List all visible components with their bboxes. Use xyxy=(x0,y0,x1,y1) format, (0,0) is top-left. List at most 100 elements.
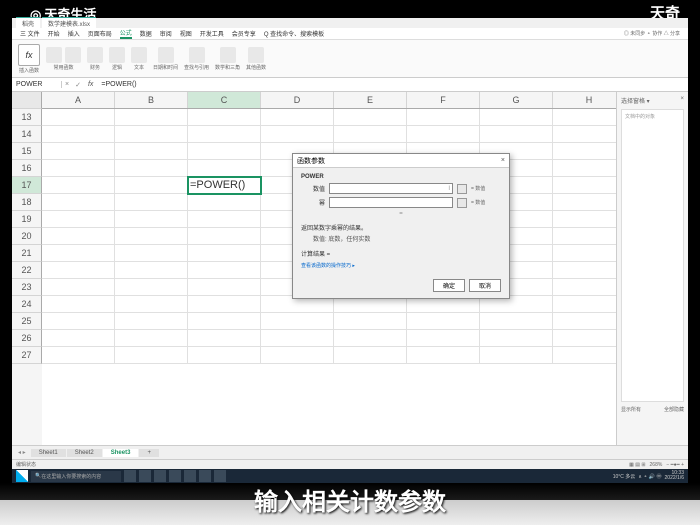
tab-search[interactable]: Q 查找命令、搜索模板 xyxy=(264,29,324,38)
row-headers: 13 14 15 16 17 18 19 20 21 22 23 24 25 2… xyxy=(12,92,42,445)
row-header[interactable]: 13 xyxy=(12,109,42,126)
tab-data[interactable]: 数据 xyxy=(140,29,152,38)
row-header[interactable]: 22 xyxy=(12,262,42,279)
taskbar-icon[interactable] xyxy=(184,470,196,482)
accept-icon[interactable]: ✓ xyxy=(72,81,84,89)
param-eq: = 数值 xyxy=(471,199,501,206)
row-header[interactable]: 15 xyxy=(12,143,42,160)
pane-body-title: 文档中的对象 xyxy=(625,113,680,120)
tab-dev[interactable]: 开发工具 xyxy=(200,29,224,38)
formula-bar: POWER × ✓ fx =POWER() xyxy=(12,78,688,92)
zoom-slider[interactable]: − ━●━ + xyxy=(666,462,684,468)
taskbar-search[interactable]: 🔍 在这里输入你要搜索的内容 xyxy=(31,471,121,482)
ribbon-icon[interactable] xyxy=(158,47,174,63)
col-header[interactable]: B xyxy=(115,92,188,108)
param-label: 数值 xyxy=(301,184,325,193)
col-header-active[interactable]: C xyxy=(188,92,261,108)
row-header-active[interactable]: 17 xyxy=(12,177,42,194)
row-header[interactable]: 23 xyxy=(12,279,42,296)
ribbon-icon[interactable] xyxy=(87,47,103,63)
weather[interactable]: 10°C 多云 xyxy=(613,473,636,480)
name-box[interactable]: POWER xyxy=(12,81,62,88)
taskbar-icon[interactable] xyxy=(199,470,211,482)
row-header[interactable]: 21 xyxy=(12,245,42,262)
range-picker-icon[interactable] xyxy=(457,198,467,208)
function-args-dialog: 函数参数 × POWER 数值 I = 数值 幂 = 数值 = 返回某 xyxy=(292,153,510,299)
cancel-icon[interactable]: × xyxy=(62,81,72,88)
param-input-number[interactable]: I xyxy=(329,183,453,194)
tab-review[interactable]: 审阅 xyxy=(160,29,172,38)
tab-insert[interactable]: 插入 xyxy=(68,29,80,38)
ribbon-icon[interactable] xyxy=(248,47,264,63)
dialog-close-icon[interactable]: × xyxy=(501,157,505,164)
show-all-label[interactable]: 显示所有 xyxy=(621,406,641,413)
sheet-tab[interactable]: Sheet2 xyxy=(67,449,102,457)
cancel-button[interactable]: 取消 xyxy=(469,279,501,292)
taskbar-icon[interactable] xyxy=(124,470,136,482)
ribbon-icon[interactable] xyxy=(131,47,147,63)
ok-button[interactable]: 确定 xyxy=(433,279,465,292)
ribbon-icon[interactable] xyxy=(220,47,236,63)
zoom-level[interactable]: 268% xyxy=(650,462,663,468)
ribbon-icon[interactable] xyxy=(109,47,125,63)
clock-date[interactable]: 2022/1/6 xyxy=(665,476,684,481)
ribbon-label: 常用函数 xyxy=(53,64,73,71)
formula-input[interactable]: =POWER() xyxy=(97,81,688,88)
ribbon-tabs: 三 文件 开始 插入 页面布局 公式 数据 审阅 视图 开发工具 会员专享 Q … xyxy=(12,28,688,40)
row-header[interactable]: 19 xyxy=(12,211,42,228)
hide-all-label[interactable]: 全部隐藏 xyxy=(664,406,684,413)
selection-pane: 选择窗格 ▾ × 文档中的对象 显示所有 全部隐藏 xyxy=(616,92,688,445)
view-icons[interactable]: ▦ ▤ ⊞ xyxy=(629,462,645,468)
tab-formula[interactable]: 公式 xyxy=(120,28,132,39)
tab-file[interactable]: 三 文件 xyxy=(20,29,40,38)
add-sheet-button[interactable]: + xyxy=(139,449,159,457)
ribbon-label: 查找与引用 xyxy=(184,64,209,71)
ribbon-label: 日期和时间 xyxy=(153,64,178,71)
col-headers: A B C D E F G H xyxy=(42,92,688,109)
taskbar-icon[interactable] xyxy=(139,470,151,482)
row-header[interactable]: 16 xyxy=(12,160,42,177)
row-header[interactable]: 25 xyxy=(12,313,42,330)
range-picker-icon[interactable] xyxy=(457,184,467,194)
search-placeholder: 在这里输入你要搜索的内容 xyxy=(41,473,101,480)
ribbon-icon[interactable] xyxy=(189,47,205,63)
corner-cell[interactable] xyxy=(12,92,42,109)
col-header[interactable]: A xyxy=(42,92,115,108)
col-header[interactable]: G xyxy=(480,92,553,108)
col-header[interactable]: F xyxy=(407,92,480,108)
tab-layout[interactable]: 页面布局 xyxy=(88,29,112,38)
taskbar-icon[interactable] xyxy=(214,470,226,482)
row-header[interactable]: 18 xyxy=(12,194,42,211)
tab-view[interactable]: 视图 xyxy=(180,29,192,38)
function-name: POWER xyxy=(301,174,501,180)
param-input-power[interactable] xyxy=(329,197,453,208)
ribbon-icon[interactable] xyxy=(65,47,81,63)
taskbar-icon[interactable] xyxy=(169,470,181,482)
titlebar-app-tab[interactable]: 稻壳 xyxy=(16,17,40,29)
start-button[interactable] xyxy=(16,470,28,482)
sheet-tab-active[interactable]: Sheet3 xyxy=(103,449,139,457)
row-header[interactable]: 14 xyxy=(12,126,42,143)
row-header[interactable]: 26 xyxy=(12,330,42,347)
titlebar-doc-tab[interactable]: 数学建模表.xlsx xyxy=(42,17,96,29)
taskbar-icon[interactable] xyxy=(154,470,166,482)
tab-member[interactable]: 会员专享 xyxy=(232,29,256,38)
col-header[interactable]: E xyxy=(334,92,407,108)
ribbon-icon[interactable] xyxy=(46,47,62,63)
fx-icon[interactable]: fx xyxy=(84,81,97,88)
col-header[interactable]: D xyxy=(261,92,334,108)
insert-function-icon[interactable]: fx xyxy=(18,44,40,66)
row-header[interactable]: 20 xyxy=(12,228,42,245)
taskbar: 🔍 在这里输入你要搜索的内容 10°C 多云 ∧ ⚬ 🔊 ㊥ 10:33 202… xyxy=(12,469,688,483)
pane-title[interactable]: 选择窗格 ▾ xyxy=(621,96,650,105)
sheet-tab[interactable]: Sheet1 xyxy=(31,449,66,457)
row-header[interactable]: 24 xyxy=(12,296,42,313)
tray-icons[interactable]: ∧ ⚬ 🔊 ㊥ xyxy=(638,473,661,480)
help-link[interactable]: 查看该函数的操作技巧 ▸ xyxy=(301,262,501,269)
ribbon-right-controls[interactable]: ◎ 未同步 ⚬ 协作 △ 分享 xyxy=(624,30,680,37)
tab-home[interactable]: 开始 xyxy=(48,29,60,38)
sheet-nav-icon[interactable]: ◂ ▸ xyxy=(18,449,26,456)
row-header[interactable]: 27 xyxy=(12,347,42,364)
pane-close-icon[interactable]: × xyxy=(680,96,684,105)
active-cell[interactable]: =POWER() xyxy=(188,177,261,194)
